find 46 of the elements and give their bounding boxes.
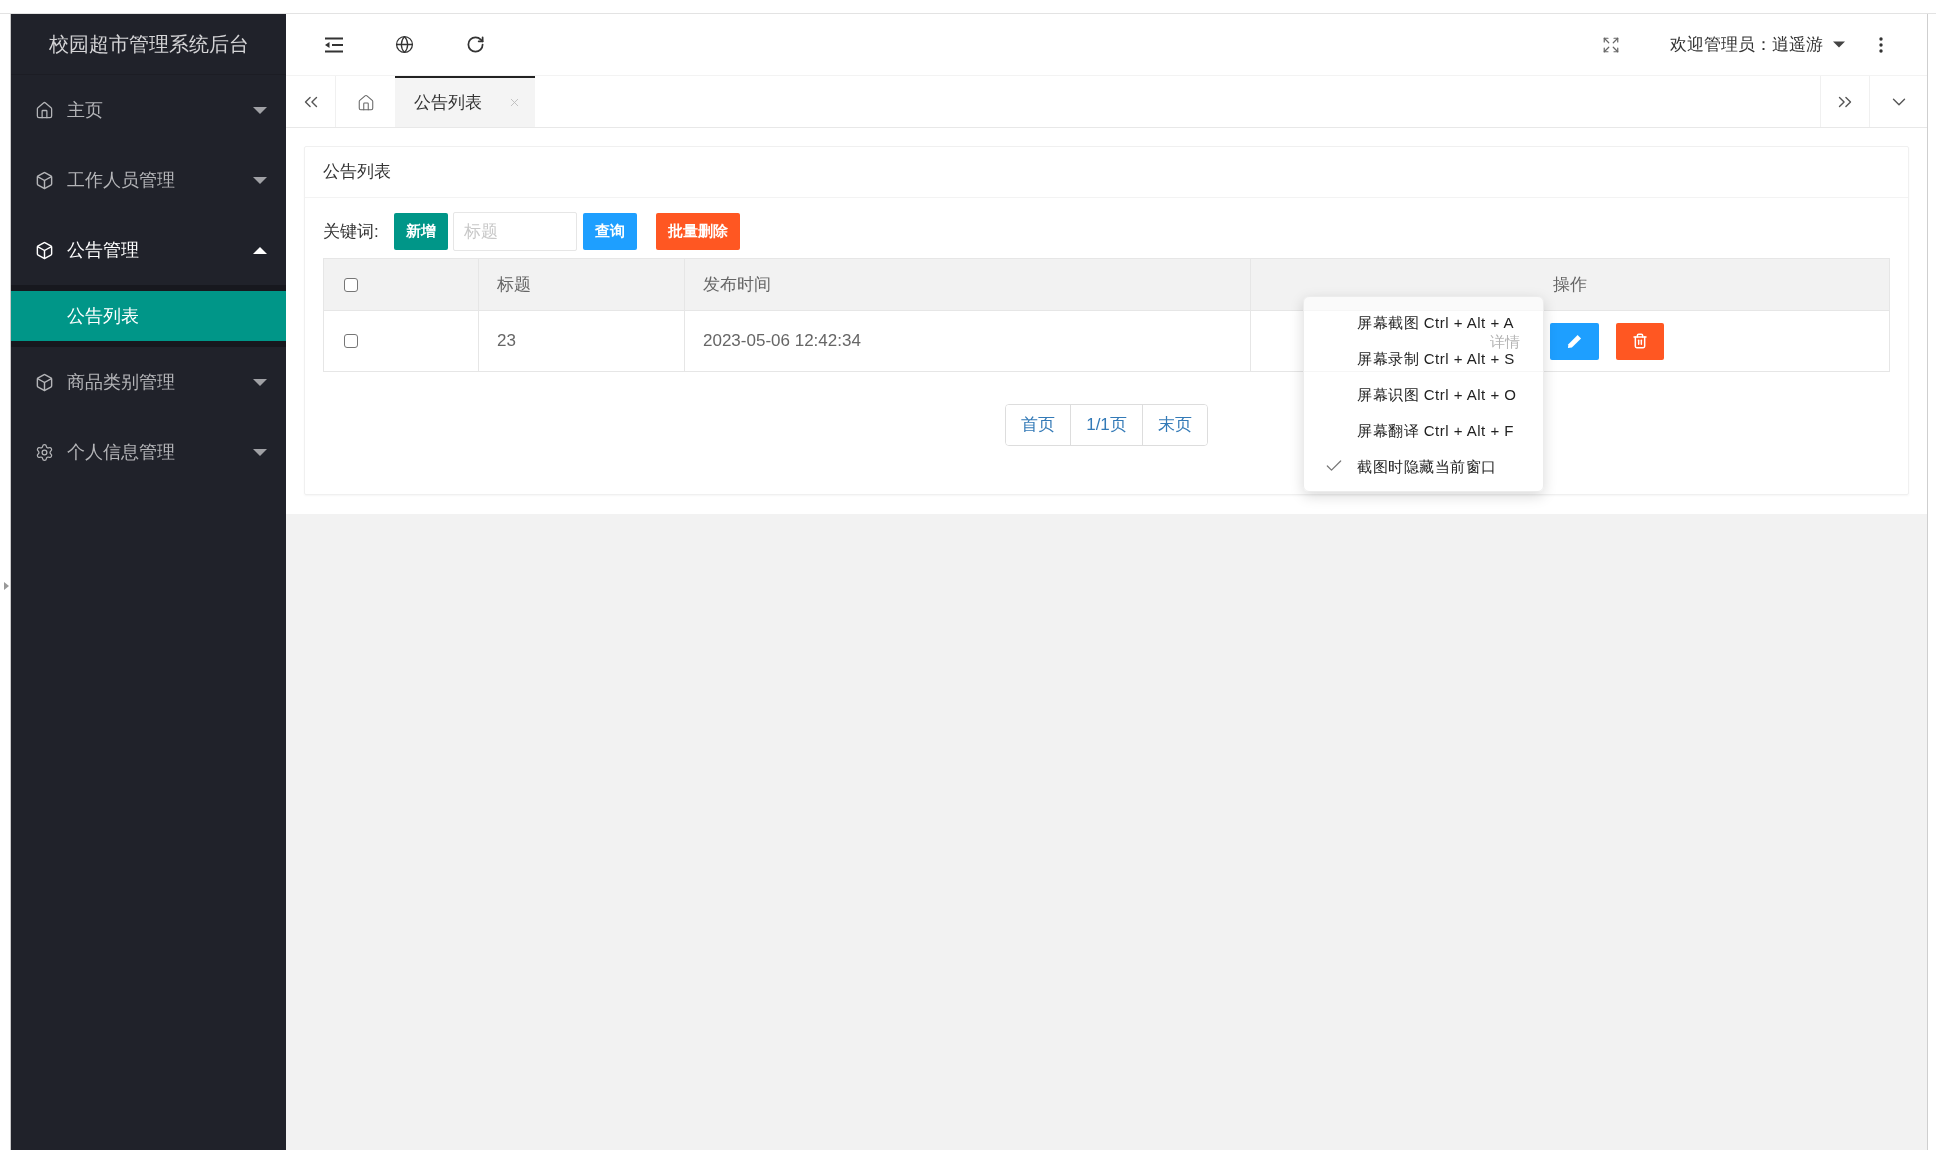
globe-icon [395, 35, 414, 54]
cube-icon [35, 372, 54, 392]
triangle-icon [4, 582, 9, 590]
more-icon [1879, 36, 1883, 53]
tab[interactable]: 公告列表 [395, 76, 535, 127]
pencil-icon [1566, 333, 1582, 349]
refresh-icon [466, 35, 485, 54]
user-menu-button[interactable]: 欢迎管理员：逍遥游 [1670, 24, 1845, 65]
sidebar-menu-item[interactable]: 商品类别管理 [11, 347, 286, 417]
checkbox[interactable] [344, 334, 358, 348]
caret-icon [1833, 41, 1845, 48]
menu-icon [323, 36, 344, 53]
menu-item[interactable]: 屏幕翻译 Ctrl + Alt + F [1304, 412, 1543, 448]
caret-icon [253, 176, 267, 184]
caret-icon [253, 246, 267, 254]
cube-icon [35, 170, 54, 190]
fullscreen-icon [1602, 35, 1620, 54]
menu-item[interactable]: 屏幕识图 Ctrl + Alt + O [1304, 376, 1543, 412]
close-icon [508, 96, 521, 109]
sidebar-menu-item[interactable]: 公告管理 [11, 215, 286, 285]
column-header: 发布时间 [703, 274, 771, 294]
trash-icon [1631, 333, 1648, 349]
app-title: 校园超市管理系统后台 [48, 32, 249, 57]
cube-icon [35, 240, 54, 260]
gear-icon [35, 442, 54, 462]
home-icon [356, 93, 375, 112]
sidebar-submenu-item[interactable]: 公告列表 [11, 291, 286, 341]
keyword-label: 关键词: [323, 220, 379, 243]
caret-icon [253, 378, 267, 386]
column-header: 标题 [497, 274, 531, 294]
home-icon [35, 100, 54, 120]
sidebar-menu-item[interactable]: 工作人员管理 [11, 145, 286, 215]
caret-icon [253, 106, 267, 114]
menu-item[interactable]: 截图时隐藏当前窗口 [1304, 448, 1543, 484]
edit-button[interactable] [1549, 322, 1599, 360]
toolbar-button[interactable]: 新增 [393, 213, 448, 250]
sidebar-menu-item[interactable]: 主页 [11, 75, 286, 145]
panel-title: 公告列表 [323, 161, 391, 184]
pagination-link[interactable]: 末页 [1141, 405, 1207, 445]
caret-icon [253, 448, 267, 456]
table-cell: 2023-05-06 12:42:34 [703, 331, 861, 351]
delete-button[interactable] [1615, 322, 1664, 360]
checkbox[interactable] [344, 277, 358, 292]
table-cell: 23 [497, 331, 516, 351]
column-header: 操作 [1553, 274, 1587, 294]
sidebar-menu-item[interactable]: 个人信息管理 [11, 417, 286, 487]
